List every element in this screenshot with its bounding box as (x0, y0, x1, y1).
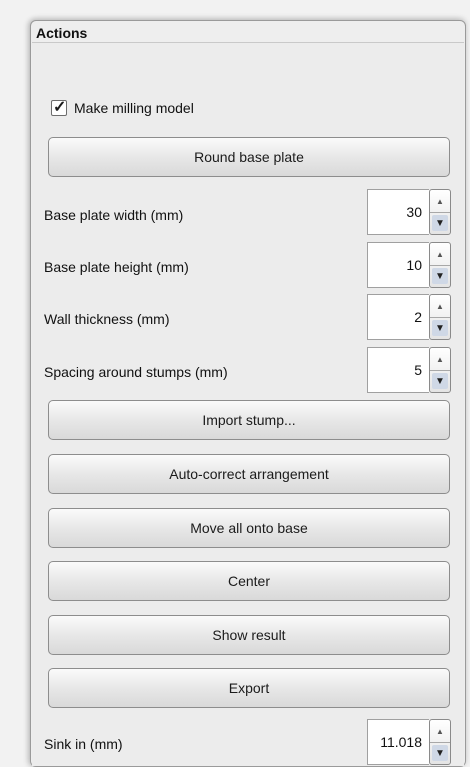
auto-correct-arrangement-button[interactable]: Auto-correct arrangement (48, 454, 450, 494)
export-button[interactable]: Export (48, 668, 450, 708)
wall-thickness-value[interactable]: 2 (367, 294, 429, 340)
base-plate-height-label: Base plate height (mm) (44, 259, 189, 275)
spin-down-icon[interactable]: ▼ (430, 370, 450, 392)
base-plate-width-spinner[interactable]: 30 ▲ ▼ (367, 189, 453, 235)
check-icon: ✓ (53, 99, 67, 116)
center-button[interactable]: Center (48, 561, 450, 601)
show-result-button[interactable]: Show result (48, 615, 450, 655)
base-plate-width-label: Base plate width (mm) (44, 207, 184, 223)
spin-up-icon[interactable]: ▲ (430, 243, 450, 266)
panel-content: ✓ Make milling model Round base plate Ba… (32, 42, 464, 766)
spinner-arrows: ▲ ▼ (429, 719, 451, 765)
panel-title: Actions (36, 25, 88, 41)
move-all-onto-base-button[interactable]: Move all onto base (48, 508, 450, 548)
spin-down-icon[interactable]: ▼ (430, 212, 450, 234)
spin-down-icon[interactable]: ▼ (430, 742, 450, 764)
make-milling-model-checkbox[interactable]: ✓ (51, 99, 67, 116)
base-plate-width-value[interactable]: 30 (367, 189, 429, 235)
import-stump-button[interactable]: Import stump... (48, 400, 450, 440)
actions-panel: Actions ✓ Make milling model Round base … (30, 20, 466, 767)
spin-up-icon[interactable]: ▲ (430, 720, 450, 743)
spin-down-icon[interactable]: ▼ (430, 317, 450, 339)
spinner-arrows: ▲ ▼ (429, 294, 451, 340)
spin-up-icon[interactable]: ▲ (430, 190, 450, 213)
wall-thickness-spinner[interactable]: 2 ▲ ▼ (367, 294, 453, 340)
sink-in-label: Sink in (mm) (44, 736, 123, 752)
spacing-value[interactable]: 5 (367, 347, 429, 393)
spin-up-icon[interactable]: ▲ (430, 348, 450, 371)
spinner-arrows: ▲ ▼ (429, 347, 451, 393)
sink-in-value[interactable]: 11.018 (367, 719, 429, 765)
sink-in-spinner[interactable]: 11.018 ▲ ▼ (367, 719, 453, 765)
spinner-arrows: ▲ ▼ (429, 189, 451, 235)
round-base-plate-button[interactable]: Round base plate (48, 137, 450, 177)
make-milling-model-label: Make milling model (74, 100, 194, 116)
wall-thickness-label: Wall thickness (mm) (44, 311, 170, 327)
spacing-label: Spacing around stumps (mm) (44, 364, 228, 380)
spin-down-icon[interactable]: ▼ (430, 265, 450, 287)
base-plate-height-spinner[interactable]: 10 ▲ ▼ (367, 242, 453, 288)
base-plate-height-value[interactable]: 10 (367, 242, 429, 288)
spinner-arrows: ▲ ▼ (429, 242, 451, 288)
spin-up-icon[interactable]: ▲ (430, 295, 450, 318)
spacing-spinner[interactable]: 5 ▲ ▼ (367, 347, 453, 393)
